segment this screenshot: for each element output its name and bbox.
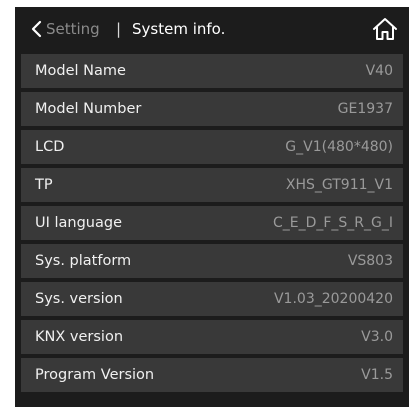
row-value: V40 bbox=[365, 63, 393, 79]
row-value: XHS_GT911_V1 bbox=[285, 177, 393, 193]
row-value: V1.5 bbox=[361, 367, 393, 383]
list-item-sys-version: Sys. version V1.03_20200420 bbox=[21, 282, 403, 316]
row-value: V3.0 bbox=[361, 329, 393, 345]
row-label: KNX version bbox=[35, 329, 124, 345]
row-value: V1.03_20200420 bbox=[273, 291, 393, 307]
row-value: C_E_D_F_S_R_G_I bbox=[272, 215, 393, 231]
list-item-model-number: Model Number GE1937 bbox=[21, 92, 403, 126]
row-label: Model Number bbox=[35, 101, 142, 117]
page-title: System info. bbox=[132, 20, 226, 38]
row-label: Model Name bbox=[35, 63, 126, 79]
header-bar: Setting | System info. bbox=[15, 7, 409, 50]
system-info-list: Model Name V40 Model Number GE1937 LCD G… bbox=[21, 54, 403, 396]
row-label: LCD bbox=[35, 139, 65, 155]
row-label: Sys. platform bbox=[35, 253, 132, 269]
list-item-ui-language: UI language C_E_D_F_S_R_G_I bbox=[21, 206, 403, 240]
breadcrumb-separator: | bbox=[116, 20, 122, 38]
row-value: VS803 bbox=[347, 253, 393, 269]
device-screen: Setting | System info. Model Name V40 Mo… bbox=[15, 7, 409, 407]
row-value: GE1937 bbox=[337, 101, 393, 117]
list-item-lcd: LCD G_V1(480*480) bbox=[21, 130, 403, 164]
chevron-left-icon[interactable] bbox=[30, 20, 42, 38]
list-item-model-name: Model Name V40 bbox=[21, 54, 403, 88]
list-item-sys-platform: Sys. platform VS803 bbox=[21, 244, 403, 278]
row-label: UI language bbox=[35, 215, 123, 231]
list-item-program-version: Program Version V1.5 bbox=[21, 358, 403, 392]
row-label: TP bbox=[35, 177, 53, 193]
list-item-knx-version: KNX version V3.0 bbox=[21, 320, 403, 354]
home-icon[interactable] bbox=[372, 17, 398, 41]
row-label: Program Version bbox=[35, 367, 155, 383]
list-item-tp: TP XHS_GT911_V1 bbox=[21, 168, 403, 202]
back-to-setting-link[interactable]: Setting bbox=[46, 19, 100, 39]
row-value: G_V1(480*480) bbox=[285, 139, 393, 155]
row-label: Sys. version bbox=[35, 291, 123, 307]
